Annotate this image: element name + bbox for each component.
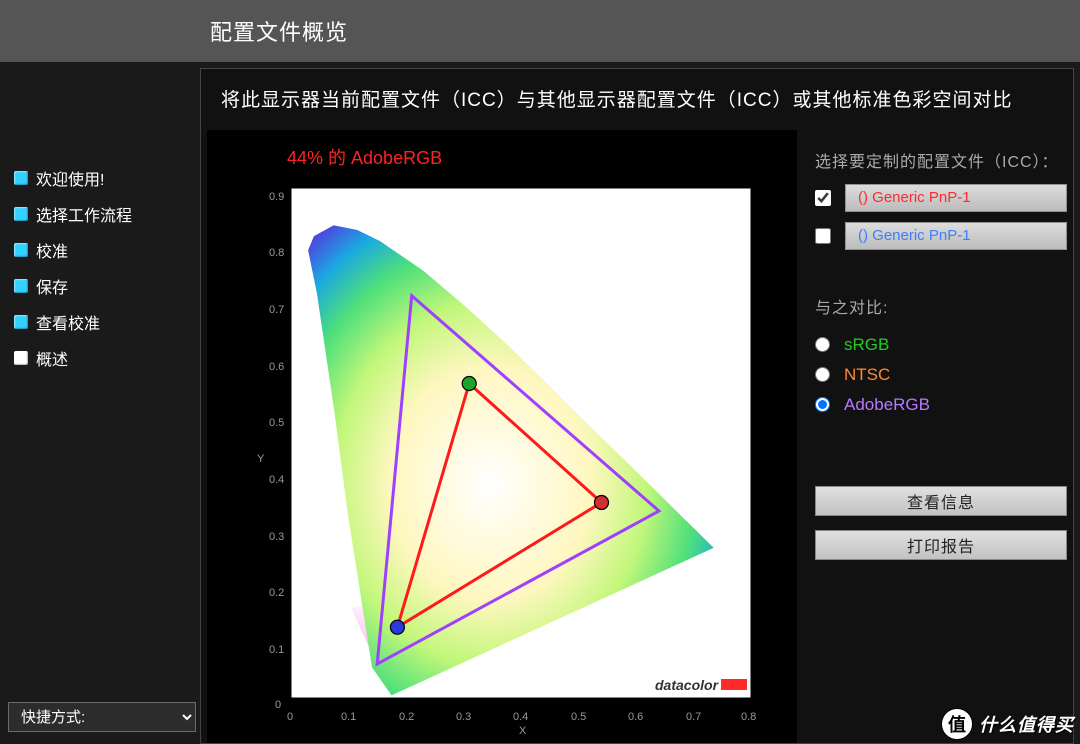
svg-text:0.2: 0.2 (399, 711, 414, 723)
svg-text:0.1: 0.1 (341, 711, 356, 723)
svg-text:0.5: 0.5 (571, 711, 586, 723)
compare-option-srgb[interactable]: sRGB (815, 330, 1067, 360)
svg-text:0.6: 0.6 (628, 711, 643, 723)
profile-2-select[interactable]: () Generic PnP-1 (845, 222, 1067, 250)
sidebar-item-label: 校准 (36, 238, 68, 262)
svg-text:0: 0 (275, 699, 281, 711)
profile-select-label: 选择要定制的配置文件（ICC）： (815, 148, 1067, 172)
svg-text:0.8: 0.8 (269, 247, 284, 259)
sidebar-item-overview[interactable]: 概述 (12, 340, 200, 376)
compare-label-adobergb: AdobeRGB (844, 395, 930, 415)
sidebar-item-calibrate[interactable]: 校准 (12, 232, 200, 268)
title-text: 配置文件概览 (210, 15, 348, 47)
sidebar-item-welcome[interactable]: 欢迎使用! (12, 160, 200, 196)
watermark-text: 什么值得买 (979, 711, 1074, 737)
sidebar-item-label: 概述 (36, 346, 68, 370)
profile-1-select[interactable]: () Generic PnP-1 (845, 184, 1067, 212)
cie-diagram-svg: datacolor 0 0.1 0.2 0.3 0.4 (251, 178, 781, 738)
step-bullet-icon (14, 351, 28, 365)
profile-row-2: () Generic PnP-1 (815, 222, 1067, 250)
svg-text:X: X (519, 725, 527, 737)
sidebar-item-label: 欢迎使用! (36, 166, 104, 190)
sidebar-item-label: 查看校准 (36, 310, 100, 334)
shortcut-select[interactable]: 快捷方式: (8, 702, 196, 732)
chart-brand-label: datacolor (655, 677, 720, 693)
step-bullet-icon (14, 279, 28, 293)
svg-text:0.5: 0.5 (269, 417, 284, 429)
compare-radio-srgb[interactable] (815, 337, 830, 352)
compare-label: 与之对比: (815, 294, 1067, 318)
sidebar-item-label: 选择工作流程 (36, 202, 132, 226)
panel-caption: 将此显示器当前配置文件（ICC）与其他显示器配置文件（ICC）或其他标准色彩空间… (201, 69, 1073, 130)
step-bullet-icon (14, 171, 28, 185)
svg-text:0.2: 0.2 (269, 587, 284, 599)
compare-option-adobergb[interactable]: AdobeRGB (815, 390, 1067, 420)
right-controls: 选择要定制的配置文件（ICC）： () Generic PnP-1 () Gen… (797, 130, 1073, 743)
print-report-button[interactable]: 打印报告 (815, 530, 1067, 560)
svg-text:0.9: 0.9 (269, 191, 284, 203)
step-bullet-icon (14, 207, 28, 221)
compare-radio-ntsc[interactable] (815, 367, 830, 382)
view-info-button[interactable]: 查看信息 (815, 486, 1067, 516)
svg-text:0: 0 (287, 711, 293, 723)
watermark-badge-icon: 值 (941, 708, 973, 740)
sidebar-item-view-calibration[interactable]: 查看校准 (12, 304, 200, 340)
compare-option-ntsc[interactable]: NTSC (815, 360, 1067, 390)
svg-text:Y: Y (257, 453, 265, 465)
profile-2-checkbox[interactable] (815, 228, 831, 244)
compare-radio-adobergb[interactable] (815, 397, 830, 412)
step-bullet-icon (14, 315, 28, 329)
svg-text:0.3: 0.3 (269, 531, 284, 543)
profile-2-text: () Generic PnP-1 (858, 227, 971, 244)
svg-text:0.1: 0.1 (269, 644, 284, 656)
main-panel: 将此显示器当前配置文件（ICC）与其他显示器配置文件（ICC）或其他标准色彩空间… (200, 68, 1074, 744)
profile-row-1: () Generic PnP-1 (815, 184, 1067, 212)
sidebar-item-workflow[interactable]: 选择工作流程 (12, 196, 200, 232)
sidebar-item-label: 保存 (36, 274, 68, 298)
step-bullet-icon (14, 243, 28, 257)
svg-text:0.8: 0.8 (741, 711, 756, 723)
compare-label-ntsc: NTSC (844, 365, 890, 385)
profile-1-text: () Generic PnP-1 (858, 189, 971, 206)
chromaticity-chart: 44% 的 AdobeRGB (207, 130, 797, 743)
watermark: 值 什么值得买 (941, 708, 1074, 740)
sidebar-item-save[interactable]: 保存 (12, 268, 200, 304)
svg-text:0.4: 0.4 (269, 474, 284, 486)
page-title: 配置文件概览 (0, 0, 1080, 62)
coverage-readout: 44% 的 AdobeRGB (287, 144, 442, 170)
compare-label-srgb: sRGB (844, 335, 889, 355)
sidebar: 欢迎使用! 选择工作流程 校准 保存 查看校准 概述 (0, 62, 200, 744)
profile-1-checkbox[interactable] (815, 190, 831, 206)
svg-text:0.7: 0.7 (269, 304, 284, 316)
svg-text:0.3: 0.3 (456, 711, 471, 723)
svg-text:0.4: 0.4 (513, 711, 528, 723)
svg-text:0.6: 0.6 (269, 361, 284, 373)
svg-text:0.7: 0.7 (686, 711, 701, 723)
